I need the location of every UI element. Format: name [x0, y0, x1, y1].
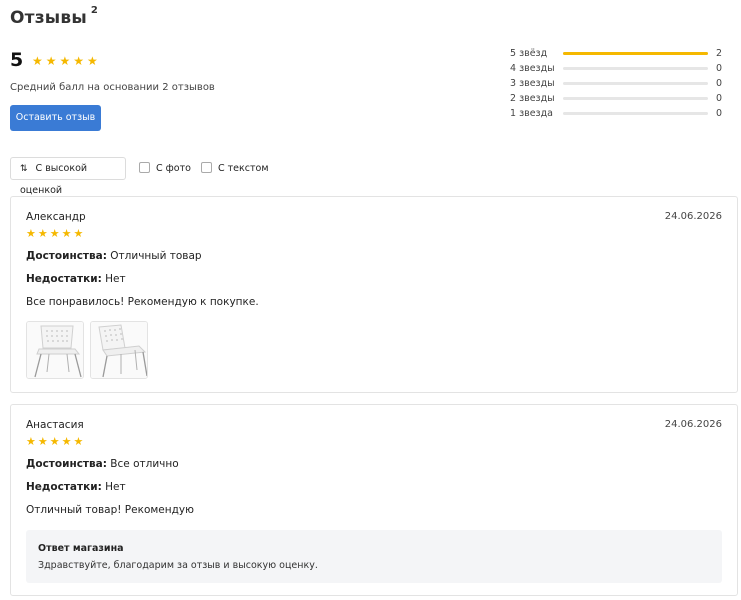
distribution-row-4[interactable]: 4 звезды 0: [510, 63, 730, 78]
store-reply-text: Здравствуйте, благодарим за отзыв и высо…: [38, 560, 318, 571]
checkbox-icon[interactable]: [139, 162, 150, 173]
chair-image: [91, 322, 147, 378]
review-card: Александр 24.06.2026 ★★★★★ Достоинства: …: [10, 196, 738, 393]
distribution-row-2[interactable]: 2 звезды 0: [510, 93, 730, 108]
filter-with-text-label: С текстом: [218, 163, 269, 174]
review-card: Анастасия 24.06.2026 ★★★★★ Достоинства: …: [10, 404, 738, 596]
sort-icon: ⇅: [20, 164, 28, 174]
distribution-count: 0: [716, 93, 723, 104]
review-stars: ★★★★★: [26, 435, 86, 448]
average-description: Средний балл на основании 2 отзывов: [10, 82, 215, 93]
distribution-count: 0: [716, 63, 723, 74]
filter-with-photo-label: С фото: [156, 163, 191, 174]
checkbox-icon[interactable]: [201, 162, 212, 173]
store-reply-title: Ответ магазина: [38, 543, 124, 554]
cons-text: Нет: [105, 481, 126, 493]
review-stars: ★★★★★: [26, 227, 86, 240]
average-score: 5: [10, 49, 24, 71]
review-date: 24.06.2026: [664, 211, 722, 222]
distribution-label: 4 звезды: [510, 63, 555, 74]
review-cons: Недостатки: Нет: [26, 273, 126, 285]
distribution-label: 1 звезда: [510, 108, 554, 119]
distribution-label: 2 звезды: [510, 93, 555, 104]
distribution-row-3[interactable]: 3 звезды 0: [510, 78, 730, 93]
distribution-count: 0: [716, 78, 723, 89]
review-pros: Достоинства: Все отлично: [26, 458, 179, 470]
cons-text: Нет: [105, 273, 126, 285]
cons-label: Недостатки:: [26, 481, 102, 493]
review-photo[interactable]: [90, 321, 148, 379]
sort-label: С высокой оценкой: [20, 163, 88, 196]
review-text: Отличный товар! Рекомендую: [26, 504, 194, 516]
store-reply: Ответ магазина Здравствуйте, благодарим …: [26, 530, 722, 583]
review-pros: Достоинства: Отличный товар: [26, 250, 202, 262]
filter-with-photo[interactable]: С фото: [139, 162, 191, 174]
page-title: Отзывы 2: [10, 5, 99, 28]
distribution-bar: [563, 52, 708, 55]
filter-with-text[interactable]: С текстом: [201, 162, 269, 174]
review-date: 24.06.2026: [664, 419, 722, 430]
pros-label: Достоинства:: [26, 250, 107, 262]
rating-distribution: 5 звёзд 2 4 звезды 0 3 звезды 0 2 звезды…: [510, 48, 730, 123]
distribution-fill: [563, 52, 708, 55]
distribution-label: 3 звезды: [510, 78, 555, 89]
review-filters: ⇅ С высокой оценкой С фото С текстом: [10, 157, 310, 196]
distribution-row-1[interactable]: 1 звезда 0: [510, 108, 730, 123]
average-stars: ★★★★★: [32, 54, 101, 68]
distribution-bar: [563, 112, 708, 115]
chair-image: [27, 322, 83, 378]
pros-text: Отличный товар: [110, 250, 202, 262]
distribution-bar: [563, 97, 708, 100]
distribution-count: 2: [716, 48, 723, 59]
cons-label: Недостатки:: [26, 273, 102, 285]
review-author: Анастасия: [26, 419, 84, 431]
review-text: Все понравилось! Рекомендую к покупке.: [26, 296, 259, 308]
review-photo[interactable]: [26, 321, 84, 379]
distribution-label: 5 звёзд: [510, 48, 548, 59]
distribution-count: 0: [716, 108, 723, 119]
distribution-bar: [563, 82, 708, 85]
sort-button[interactable]: ⇅ С высокой оценкой: [10, 157, 126, 196]
review-cons: Недостатки: Нет: [26, 481, 126, 493]
pros-label: Достоинства:: [26, 458, 107, 470]
pros-text: Все отлично: [110, 458, 179, 470]
review-author: Александр: [26, 211, 86, 223]
leave-review-button[interactable]: Оставить отзыв: [10, 105, 101, 131]
distribution-row-5[interactable]: 5 звёзд 2: [510, 48, 730, 63]
review-count: 2: [90, 5, 99, 17]
distribution-bar: [563, 67, 708, 70]
title-text: Отзывы: [10, 8, 87, 28]
